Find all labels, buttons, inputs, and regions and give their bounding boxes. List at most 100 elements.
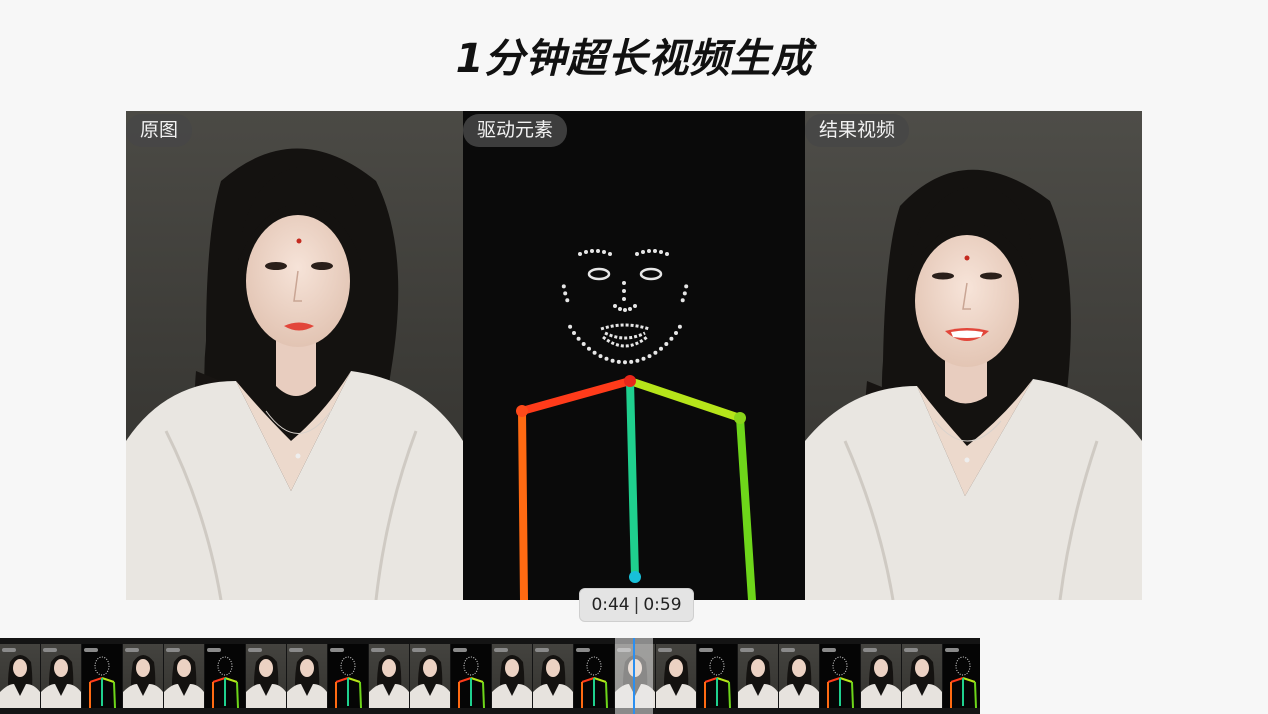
- face-contour-dot: [592, 350, 597, 355]
- original-image-label: 原图: [126, 114, 193, 147]
- timeline-strip[interactable]: [0, 638, 980, 714]
- thumbnail-label-mark: [781, 648, 795, 652]
- face-contour-dot: [604, 356, 609, 361]
- thumbnail-label-mark: [576, 648, 590, 652]
- face-contour-dot: [641, 356, 646, 361]
- left-shoulder-joint: [516, 405, 528, 417]
- result-video-label: 结果视频: [805, 114, 910, 147]
- current-time: 0:44: [591, 595, 630, 615]
- pose-frame-thumbnail: [943, 644, 980, 708]
- face-contour-dot: [568, 324, 573, 329]
- driving-element-panel: 驱动元素: [463, 111, 805, 600]
- portrait-frame-thumbnail: [656, 644, 696, 708]
- portrait-frame-thumbnail: [533, 644, 573, 708]
- pose-frame-thumbnail: [697, 644, 737, 708]
- pose-frame-thumbnail: [328, 644, 368, 708]
- thumbnail-label-mark: [945, 648, 959, 652]
- portrait-frame-thumbnail: [492, 644, 532, 708]
- thumbnail-row: [0, 644, 980, 708]
- thumbnail-label-mark: [822, 648, 836, 652]
- pose-frame-thumbnail: [820, 644, 860, 708]
- portrait-frame-thumbnail: [738, 644, 778, 708]
- pose-frame-thumbnail: [451, 644, 491, 708]
- face-contour-dot: [680, 298, 685, 303]
- face-contour-dot: [669, 336, 674, 341]
- thumbnail-label-mark: [125, 648, 139, 652]
- thumbnail-label-mark: [330, 648, 344, 652]
- portrait-frame-thumbnail: [779, 644, 819, 708]
- pose-skeleton: [516, 249, 756, 600]
- thumbnail-label-mark: [863, 648, 877, 652]
- thumbnail-label-mark: [453, 648, 467, 652]
- portrait-frame-thumbnail: [902, 644, 942, 708]
- thumbnail-label-mark: [699, 648, 713, 652]
- hip-joint: [629, 571, 641, 583]
- thumbnail-label-mark: [166, 648, 180, 652]
- right-arm-limb: [736, 414, 756, 600]
- time-indicator: 0:44 | 0:59: [579, 588, 694, 622]
- face-contour-dot: [653, 350, 658, 355]
- portrait-frame-thumbnail: [410, 644, 450, 708]
- right-shoulder-limb: [626, 377, 744, 422]
- face-contour-dot: [576, 336, 581, 341]
- portrait-frame-thumbnail: [287, 644, 327, 708]
- portrait-frame-thumbnail: [164, 644, 204, 708]
- right-shoulder-joint: [734, 412, 746, 424]
- face-contour-dot: [659, 346, 663, 351]
- face-contour-dot: [581, 342, 586, 346]
- thumbnail-label-mark: [904, 648, 918, 652]
- portrait-frame-thumbnail: [41, 644, 81, 708]
- time-separator: |: [633, 595, 640, 615]
- face-contour-dot: [561, 284, 566, 289]
- pose-frame-thumbnail: [205, 644, 245, 708]
- thumbnail-label-mark: [371, 648, 385, 652]
- pose-frame-thumbnail: [82, 644, 122, 708]
- thumbnail-label-mark: [248, 648, 262, 652]
- playhead[interactable]: [633, 638, 635, 714]
- left-shoulder-limb: [518, 377, 634, 415]
- face-landmarks: [561, 249, 689, 365]
- portrait-frame-thumbnail: [0, 644, 40, 708]
- page-title: 1分钟超长视频生成: [455, 36, 813, 82]
- portrait-frame-thumbnail: [246, 644, 286, 708]
- face-contour-dot: [616, 359, 621, 364]
- result-portrait-image: [805, 169, 1142, 600]
- thumbnail-label-mark: [535, 648, 549, 652]
- result-video-panel: 结果视频: [805, 111, 1142, 600]
- face-contour-dot: [587, 346, 591, 351]
- original-portrait-image: [126, 148, 463, 600]
- face-contour-dot: [623, 360, 627, 365]
- thumbnail-label-mark: [207, 648, 221, 652]
- thumbnail-label-mark: [658, 648, 672, 652]
- face-contour-dot: [598, 354, 603, 359]
- total-time: 0:59: [643, 595, 682, 615]
- pose-frame-thumbnail: [574, 644, 614, 708]
- face-contour-dot: [635, 358, 640, 363]
- face-contour-dot: [629, 359, 634, 364]
- thumbnail-label-mark: [740, 648, 754, 652]
- left-arm-limb: [518, 407, 528, 600]
- driving-element-label: 驱动元素: [463, 114, 568, 147]
- face-contour-dot: [610, 358, 615, 363]
- face-contour-dot: [674, 331, 678, 335]
- original-image-panel: 原图: [126, 111, 463, 600]
- portrait-frame-thumbnail: [861, 644, 901, 708]
- thumbnail-label-mark: [412, 648, 426, 652]
- neck-joint: [624, 375, 636, 387]
- face-contour-dot: [664, 342, 669, 346]
- portrait-frame-thumbnail: [369, 644, 409, 708]
- portrait-frame-thumbnail: [123, 644, 163, 708]
- face-contour-dot: [684, 284, 689, 289]
- face-contour-dot: [572, 331, 576, 335]
- thumbnail-label-mark: [2, 648, 16, 652]
- thumbnail-label-mark: [43, 648, 57, 652]
- spine-limb: [626, 377, 639, 581]
- thumbnail-label-mark: [494, 648, 508, 652]
- face-contour-dot: [563, 291, 568, 296]
- face-contour-dot: [647, 354, 652, 359]
- thumbnail-label-mark: [84, 648, 98, 652]
- thumbnail-label-mark: [289, 648, 303, 652]
- face-contour-dot: [677, 324, 682, 329]
- face-contour-dot: [565, 298, 570, 303]
- face-contour-dot: [682, 291, 687, 296]
